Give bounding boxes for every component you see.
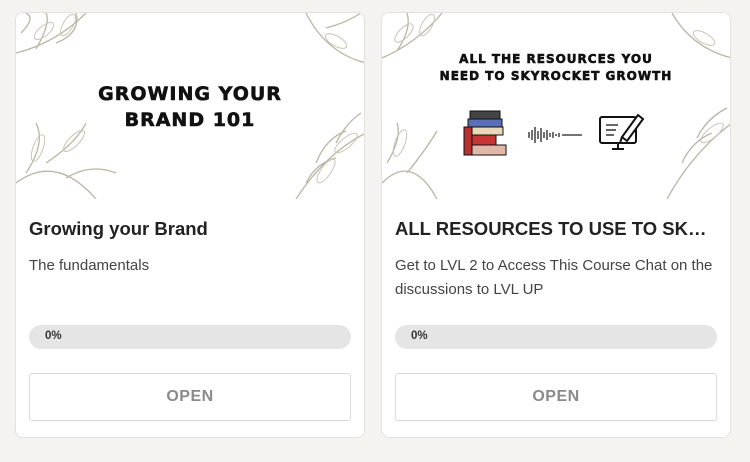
course-title[interactable]: ALL RESOURCES TO USE TO SKYROCKET GROWTH bbox=[395, 218, 717, 240]
course-description: Get to LVL 2 to Access This Course Chat … bbox=[395, 257, 713, 298]
progress-bar: 0% bbox=[29, 325, 351, 349]
course-banner: GROWING YOUR BRAND 101 bbox=[16, 13, 364, 199]
course-banner: ALL THE RESOURCES YOU NEED TO SKYROCKET … bbox=[382, 13, 730, 199]
progress-label: 0% bbox=[45, 330, 62, 342]
course-card[interactable]: GROWING YOUR BRAND 101 Growing your Bran… bbox=[15, 12, 365, 438]
banner-illustration bbox=[463, 110, 645, 156]
course-description: The fundamentals bbox=[29, 257, 150, 274]
books-icon bbox=[463, 110, 507, 156]
sound-wave-icon bbox=[528, 127, 582, 143]
course-grid: GROWING YOUR BRAND 101 Growing your Bran… bbox=[0, 0, 750, 462]
course-card[interactable]: ALL THE RESOURCES YOU NEED TO SKYROCKET … bbox=[381, 12, 731, 438]
banner-title: ALL THE RESOURCES YOU NEED TO SKYROCKET … bbox=[439, 52, 673, 84]
computer-edit-icon bbox=[599, 113, 645, 150]
course-title[interactable]: Growing your Brand bbox=[29, 218, 351, 240]
open-button[interactable]: OPEN bbox=[29, 373, 351, 421]
banner-title: GROWING YOUR BRAND 101 bbox=[98, 83, 282, 132]
open-button[interactable]: OPEN bbox=[395, 373, 717, 421]
progress-label: 0% bbox=[411, 330, 428, 342]
progress-bar: 0% bbox=[395, 325, 717, 349]
